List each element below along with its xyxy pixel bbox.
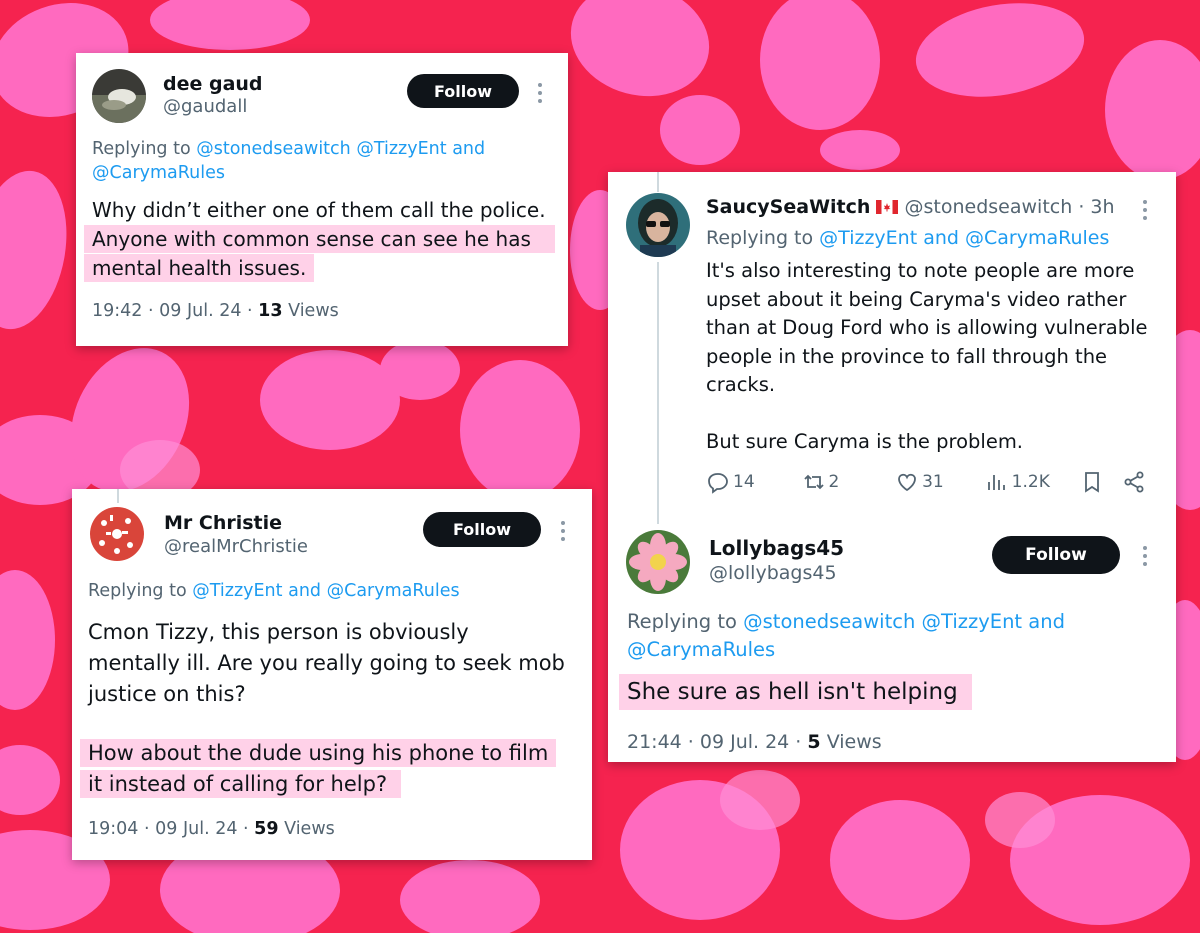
tweet-text: It's also interesting to note people are… — [706, 259, 1148, 453]
highlighted-text: How about the dude using his phone to fi… — [80, 739, 557, 767]
avatar[interactable] — [626, 530, 690, 594]
tweet-actions: 14 2 31 1.2K — [706, 470, 1146, 494]
thread-line — [657, 262, 659, 524]
tweet-header: SaucySeaWitch @stonedseawitch · 3h — [706, 196, 1115, 218]
mention-link[interactable]: @TizzyEnt — [356, 139, 446, 159]
replying-to: Replying to @TizzyEnt and @CarymaRules — [88, 581, 460, 601]
post-age: · 3h — [1078, 196, 1115, 218]
replying-to: Replying to @TizzyEnt and @CarymaRules — [706, 227, 1110, 249]
display-name[interactable]: Mr Christie — [164, 512, 282, 534]
canada-flag-icon — [876, 200, 899, 214]
user-handle[interactable]: @stonedseawitch — [905, 196, 1073, 218]
reply-icon — [708, 473, 728, 494]
mention-link[interactable]: @stonedseawitch — [196, 139, 351, 159]
views-button[interactable]: 1.2K — [985, 470, 1081, 494]
timestamp-views: 19:04 · 09 Jul. 24 · 59 Views — [88, 819, 335, 839]
red-pattern-avatar-icon — [88, 505, 146, 563]
mention-link[interactable]: @CarymaRules — [327, 581, 460, 601]
repost-icon — [803, 474, 824, 490]
replying-to: Replying to @stonedseawitch @TizzyEnt an… — [92, 139, 486, 183]
avatar[interactable] — [626, 193, 690, 257]
mention-link[interactable]: @stonedseawitch — [743, 610, 915, 633]
reply-button[interactable]: 14 — [706, 470, 802, 494]
thread-line — [657, 172, 659, 192]
mention-link[interactable]: @TizzyEnt — [819, 227, 917, 249]
mention-link[interactable]: @TizzyEnt — [922, 610, 1023, 633]
avatar[interactable] — [92, 69, 146, 123]
timestamp-views: 21:44 · 09 Jul. 24 · 5 Views — [627, 731, 882, 753]
heart-icon — [898, 473, 916, 492]
display-name[interactable]: SaucySeaWitch — [706, 196, 870, 218]
mention-link[interactable]: @TizzyEnt — [192, 581, 282, 601]
highlighted-text: Anyone with common sense can see he has — [84, 225, 555, 253]
person-sunglasses-avatar-icon — [626, 193, 690, 257]
tweet-card-mr-christie: Mr Christie @realMrChristie Follow Reply… — [72, 489, 592, 860]
share-button[interactable] — [1122, 470, 1146, 494]
tweet-thread-card: SaucySeaWitch @stonedseawitch · 3h Reply… — [608, 172, 1176, 762]
display-name[interactable]: Lollybags45 — [709, 536, 844, 560]
like-button[interactable]: 31 — [895, 470, 985, 494]
display-name[interactable]: dee gaud — [163, 73, 263, 95]
follow-button[interactable]: Follow — [423, 512, 541, 547]
landscape-avatar-icon — [92, 69, 146, 123]
user-handle[interactable]: @realMrChristie — [164, 536, 308, 557]
bookmark-icon — [1085, 472, 1100, 493]
repost-button[interactable]: 2 — [802, 470, 896, 494]
highlighted-text: it instead of calling for help? — [80, 770, 402, 798]
mention-link[interactable]: @CarymaRules — [627, 638, 775, 661]
more-options-icon[interactable] — [561, 521, 565, 541]
follow-button[interactable]: Follow — [992, 536, 1120, 574]
mention-link[interactable]: @CarymaRules — [92, 163, 225, 183]
tweet-text: Cmon Tizzy, this person is obviously men… — [80, 617, 565, 800]
mention-link[interactable]: @CarymaRules — [965, 227, 1109, 249]
views-bar-chart-icon — [987, 475, 1005, 490]
user-handle[interactable]: @gaudall — [163, 96, 247, 117]
tweet-text: She sure as hell isn't helping — [619, 672, 972, 712]
flower-avatar-icon — [626, 530, 690, 594]
user-handle[interactable]: @lollybags45 — [709, 562, 837, 584]
more-options-icon[interactable] — [1143, 200, 1147, 220]
more-options-icon[interactable] — [1143, 546, 1147, 566]
highlighted-text: mental health issues. — [84, 254, 315, 282]
more-options-icon[interactable] — [538, 83, 542, 103]
follow-button[interactable]: Follow — [407, 74, 519, 108]
thread-line — [117, 489, 119, 503]
avatar[interactable] — [88, 505, 146, 563]
tweet-text: Why didn’t either one of them call the p… — [84, 196, 555, 283]
timestamp-views: 19:42 · 09 Jul. 24 · 13 Views — [92, 301, 339, 321]
tweet-card-dee-gaud: dee gaud @gaudall Follow Replying to @st… — [76, 53, 568, 346]
share-icon — [1124, 471, 1144, 493]
highlighted-text: She sure as hell isn't helping — [619, 674, 972, 710]
replying-to: Replying to @stonedseawitch @TizzyEnt an… — [627, 610, 1065, 661]
bookmark-button[interactable] — [1080, 470, 1122, 494]
